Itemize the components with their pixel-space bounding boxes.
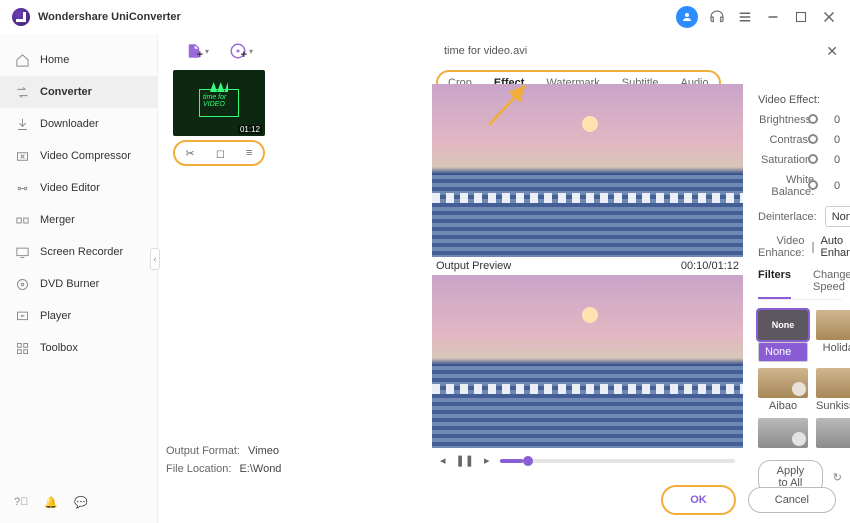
- neon-sign: [199, 89, 239, 117]
- player-icon: [14, 308, 30, 324]
- panel-filename: time for video.avi: [444, 45, 527, 57]
- filter-aibao[interactable]: [758, 368, 808, 398]
- video-effect-heading: Video Effect:: [758, 94, 842, 106]
- timeline-slider[interactable]: [500, 459, 736, 463]
- disc-icon: [14, 276, 30, 292]
- filter-label: Aibao: [758, 400, 808, 412]
- clip-thumbnail[interactable]: 01:12: [173, 70, 265, 136]
- sidebar-item-player[interactable]: Player: [0, 300, 157, 332]
- source-preview: [432, 84, 743, 257]
- close-button[interactable]: [820, 8, 838, 26]
- toolbox-icon: [14, 340, 30, 356]
- filter-sunkissed[interactable]: [816, 368, 850, 398]
- deinterlace-select[interactable]: None▾: [825, 206, 850, 227]
- bell-icon[interactable]: 🔔: [44, 496, 58, 509]
- sidebar-item-home[interactable]: Home: [0, 44, 157, 76]
- file-location-label: File Location:: [166, 463, 231, 475]
- output-format-label: Output Format:: [166, 445, 240, 457]
- filter-holiday[interactable]: [816, 310, 850, 340]
- merger-icon: [14, 212, 30, 228]
- support-icon[interactable]: [708, 8, 726, 26]
- edit-panel: time for video.avi ✕ Crop Effect Waterma…: [432, 34, 850, 523]
- chevron-down-icon: ▾: [205, 47, 209, 56]
- add-disc-button[interactable]: +▾: [229, 42, 253, 60]
- next-frame-button[interactable]: ▸: [484, 454, 490, 467]
- chevron-down-icon: ▾: [249, 47, 253, 56]
- filter-unnamed[interactable]: [816, 418, 850, 448]
- filter-label: Holiday: [816, 342, 850, 354]
- preview-time: 00:10/01:12: [681, 260, 739, 272]
- sidebar-item-dvd[interactable]: DVD Burner: [0, 268, 157, 300]
- sidebar-item-merger[interactable]: Merger: [0, 204, 157, 236]
- sidebar-item-editor[interactable]: Video Editor: [0, 172, 157, 204]
- home-icon: [14, 52, 30, 68]
- sidebar-item-recorder[interactable]: Screen Recorder: [0, 236, 157, 268]
- cancel-button[interactable]: Cancel: [748, 487, 836, 513]
- sidebar-item-compressor[interactable]: Video Compressor: [0, 140, 157, 172]
- file-location-value[interactable]: E:\Wond: [239, 463, 281, 475]
- sidebar-item-downloader[interactable]: Downloader: [0, 108, 157, 140]
- preview-label: Output Preview: [436, 260, 511, 272]
- collapse-sidebar-handle[interactable]: ‹: [150, 248, 160, 270]
- output-format-value[interactable]: Vimeo: [248, 445, 279, 457]
- converter-icon: [14, 84, 30, 100]
- chat-icon[interactable]: 💬: [74, 496, 88, 509]
- filter-none[interactable]: None: [758, 310, 808, 340]
- download-icon: [14, 116, 30, 132]
- app-logo: [12, 8, 30, 26]
- minimize-button[interactable]: [764, 8, 782, 26]
- recorder-icon: [14, 244, 30, 260]
- help-icon[interactable]: ?⃝: [14, 496, 28, 509]
- ok-button[interactable]: OK: [663, 487, 734, 513]
- filter-label: Sunkissed: [816, 400, 850, 412]
- sidebar-item-toolbox[interactable]: Toolbox: [0, 332, 157, 364]
- more-icon[interactable]: ≡: [246, 147, 252, 159]
- editor-icon: [14, 180, 30, 196]
- close-panel-button[interactable]: ✕: [826, 43, 838, 60]
- filter-unnamed[interactable]: [758, 418, 808, 448]
- output-preview: [432, 275, 743, 448]
- trim-icon[interactable]: ✂: [186, 147, 195, 160]
- account-icon[interactable]: [676, 6, 698, 28]
- filter-label: None: [758, 342, 808, 362]
- maximize-button[interactable]: [792, 8, 810, 26]
- menu-icon[interactable]: [736, 8, 754, 26]
- reset-icon[interactable]: ↻: [833, 471, 842, 484]
- app-title: Wondershare UniConverter: [38, 11, 181, 23]
- prev-frame-button[interactable]: ◂: [440, 454, 446, 467]
- subtab-change-speed[interactable]: Change Speed: [813, 269, 850, 299]
- pause-button[interactable]: ❚❚: [456, 454, 474, 467]
- auto-enhance-checkbox[interactable]: [812, 242, 814, 253]
- clip-edit-toolbar: ✂ ◻ ≡: [173, 140, 265, 166]
- crop-icon[interactable]: ◻: [216, 147, 225, 160]
- compress-icon: [14, 148, 30, 164]
- subtab-filters[interactable]: Filters: [758, 269, 791, 299]
- sidebar-item-converter[interactable]: Converter: [0, 76, 157, 108]
- add-file-button[interactable]: +▾: [185, 42, 209, 60]
- clip-duration: 01:12: [238, 125, 262, 134]
